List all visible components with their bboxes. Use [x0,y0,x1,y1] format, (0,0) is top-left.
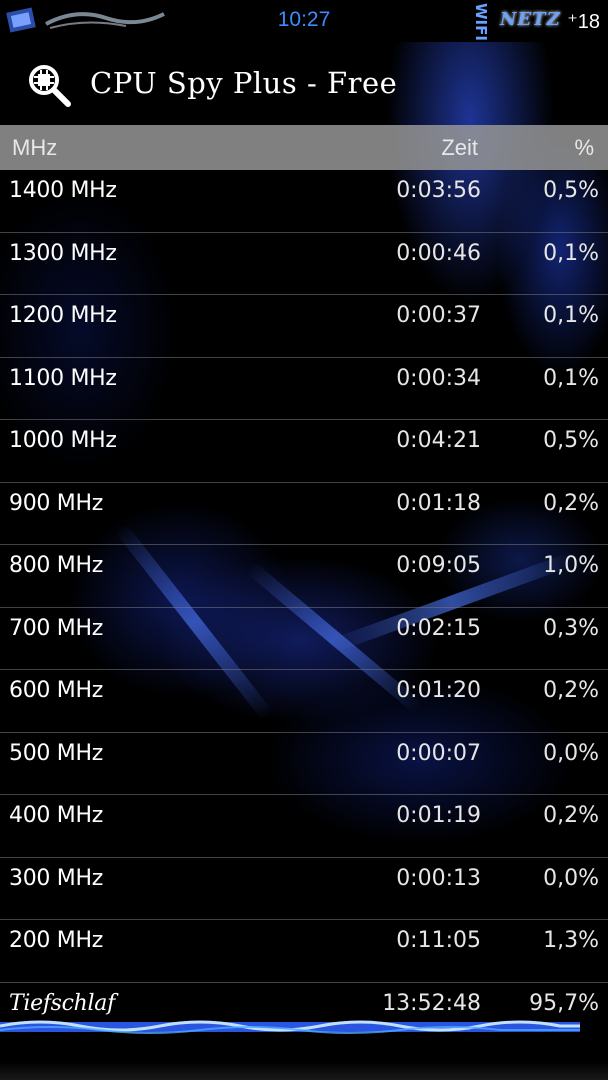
row-percent: 0,2% [543,490,599,516]
row-percent: 0,3% [543,615,599,641]
temperature-badge: ⁺18 [567,11,600,33]
row-frequency: 300 MHz [9,865,103,891]
row-time: 0:00:37 [396,303,481,328]
row-time: 0:00:46 [396,240,481,266]
header-percent: % [574,135,594,160]
table-row: 800 MHz 0:09:05 1,0% [0,545,608,608]
row-percent: 1,0% [543,553,599,578]
bottom-edge [0,1062,608,1080]
table-row: 300 MHz 0:00:13 0,0% [0,858,608,920]
row-time: 0:09:05 [396,553,481,578]
row-time: 13:52:48 [382,990,481,1016]
row-time: 0:03:56 [396,178,481,203]
status-right-icons: WIFI NETZ ⁺18 [470,3,600,41]
row-time: 0:01:18 [396,490,481,516]
status-bar: 10:27 WIFI NETZ ⁺18 [0,0,608,42]
row-time: 0:02:15 [396,615,481,641]
row-frequency: 800 MHz [9,553,103,578]
row-time: 0:11:05 [396,928,481,953]
table-row: 400 MHz 0:01:19 0,2% [0,795,608,858]
network-icon: NETZ [500,9,561,30]
wifi-icon: WIFI [472,3,490,41]
row-percent: 0,2% [543,678,599,703]
row-frequency: 1100 MHz [9,365,117,391]
row-percent: 1,3% [543,928,599,953]
table-row: 600 MHz 0:01:20 0,2% [0,670,608,733]
table-row: 1400 MHz 0:03:56 0,5% [0,170,608,233]
table-header: MHz Zeit % [0,125,608,170]
row-percent: 0,0% [543,740,599,766]
row-frequency: 500 MHz [9,740,103,766]
row-percent: 0,1% [543,365,599,391]
row-frequency: 200 MHz [9,928,103,953]
row-percent: 0,0% [543,865,599,891]
row-frequency: 1200 MHz [9,303,117,328]
row-frequency: 400 MHz [9,803,103,828]
table-row: 1200 MHz 0:00:37 0,1% [0,295,608,358]
row-percent: 0,1% [543,240,599,266]
row-frequency: 1400 MHz [9,178,117,203]
row-percent: 0,1% [543,303,599,328]
row-time: 0:04:21 [396,428,481,453]
row-time: 0:00:07 [396,740,481,766]
table-row: 200 MHz 0:11:05 1,3% [0,920,608,983]
app-bar: CPU Spy Plus - Free [0,42,608,124]
deep-sleep-bar [0,1020,580,1034]
row-frequency: 700 MHz [9,615,103,641]
row-time: 0:01:20 [396,678,481,703]
table-row: 700 MHz 0:02:15 0,3% [0,608,608,670]
frequency-table: 1400 MHz 0:03:56 0,5% 1300 MHz 0:00:46 0… [0,170,608,1045]
header-mhz: MHz [12,135,58,160]
row-frequency: 1000 MHz [9,428,117,453]
app-title: CPU Spy Plus - Free [90,66,398,100]
table-row: 500 MHz 0:00:07 0,0% [0,733,608,795]
table-row: 900 MHz 0:01:18 0,2% [0,483,608,545]
cpu-magnifier-icon[interactable] [26,62,72,108]
row-time: 0:00:13 [396,865,481,891]
row-frequency: 1300 MHz [9,240,117,266]
row-frequency: 600 MHz [9,678,103,703]
header-zeit: Zeit [441,135,478,160]
table-row: 1100 MHz 0:00:34 0,1% [0,358,608,420]
row-frequency: Tiefschlaf [9,990,115,1016]
table-row: 1300 MHz 0:00:46 0,1% [0,233,608,295]
row-time: 0:00:34 [396,365,481,391]
row-percent: 0,2% [543,803,599,828]
row-time: 0:01:19 [396,803,481,828]
row-frequency: 900 MHz [9,490,103,516]
table-row: 1000 MHz 0:04:21 0,5% [0,420,608,483]
row-percent: 95,7% [529,990,599,1016]
row-percent: 0,5% [543,428,599,453]
row-percent: 0,5% [543,178,599,203]
